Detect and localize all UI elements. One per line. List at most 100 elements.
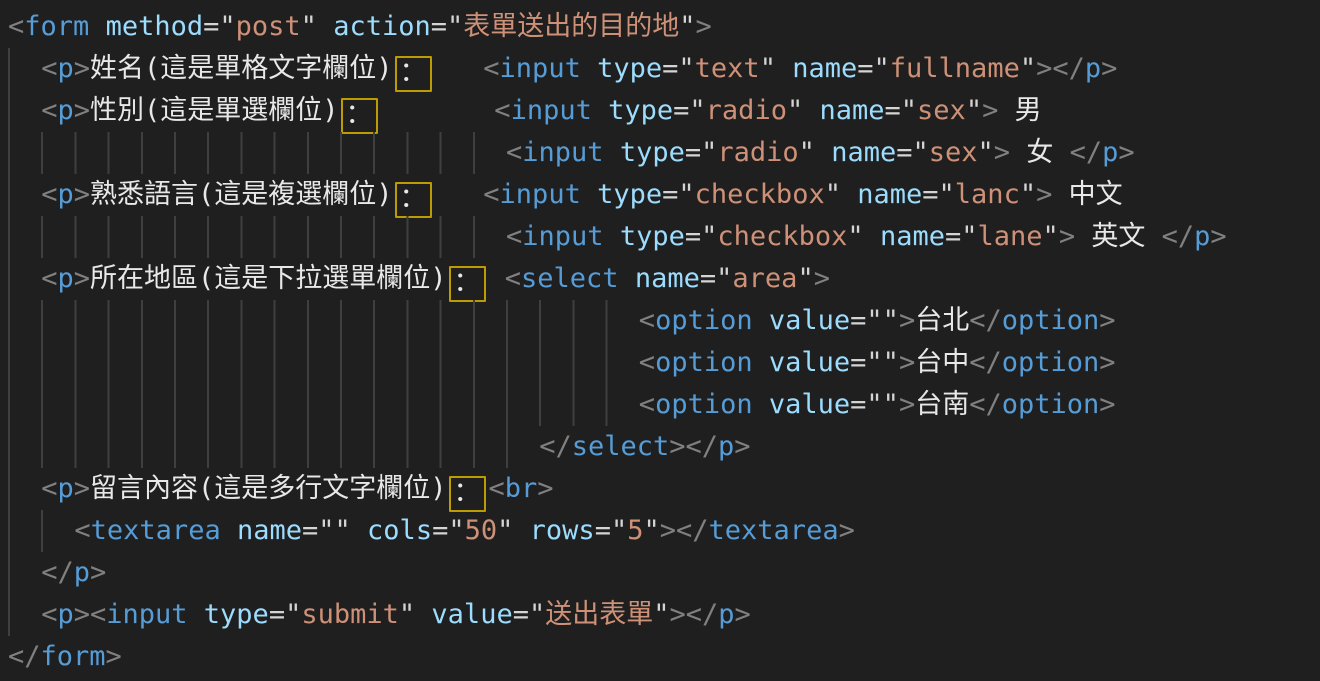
code-token: "" xyxy=(866,389,899,420)
code-token: name xyxy=(635,263,700,294)
code-token xyxy=(841,179,857,210)
code-editor[interactable]: <form method="post" action="表單送出的目的地"><p… xyxy=(0,0,1320,681)
code-token: </ xyxy=(8,641,41,672)
indent-guides xyxy=(8,426,539,468)
indent-guides xyxy=(8,90,41,132)
unicode-highlight-colon: ： xyxy=(395,56,432,92)
code-token: p xyxy=(1085,53,1101,84)
code-token: " xyxy=(653,599,669,630)
code-token: lane xyxy=(978,221,1043,252)
code-token: sex xyxy=(929,137,978,168)
code-token xyxy=(753,347,769,378)
code-token xyxy=(864,221,880,252)
code-token: option xyxy=(1002,347,1100,378)
code-token: < xyxy=(506,221,522,252)
code-token: " xyxy=(611,515,627,546)
code-token: " xyxy=(787,95,803,126)
code-token xyxy=(619,263,635,294)
code-token: type xyxy=(608,95,673,126)
code-token: > xyxy=(1099,389,1115,420)
code-token: input xyxy=(106,599,187,630)
code-token: textarea xyxy=(709,515,839,546)
code-token: " xyxy=(679,11,695,42)
code-token: = xyxy=(673,95,689,126)
code-token xyxy=(513,515,529,546)
indent-guides xyxy=(8,174,41,216)
code-token: </ xyxy=(969,305,1002,336)
code-token: input xyxy=(500,179,581,210)
code-token: < xyxy=(483,179,499,210)
code-token: = xyxy=(945,221,961,252)
code-token: name xyxy=(237,515,302,546)
code-token: 性別(這是單選欄位) xyxy=(90,95,339,126)
code-token: " xyxy=(529,599,545,630)
code-token: " xyxy=(678,179,694,210)
indent-guides xyxy=(8,594,41,636)
code-token: name xyxy=(831,137,896,168)
code-line: </form> xyxy=(0,636,1320,678)
code-token: ></ xyxy=(1036,53,1085,84)
code-token: name xyxy=(792,53,857,84)
code-token: value xyxy=(431,599,512,630)
code-token: type xyxy=(620,137,685,168)
code-token: p xyxy=(74,557,90,588)
code-token: > xyxy=(839,515,855,546)
code-token: method xyxy=(106,11,204,42)
code-token: value xyxy=(769,305,850,336)
code-token: > xyxy=(537,473,553,504)
code-token: ></ xyxy=(670,599,719,630)
code-line: <p>姓名(這是單格文字欄位)： <input type="text" name… xyxy=(0,48,1320,90)
code-token: radio xyxy=(717,137,798,168)
code-token: </ xyxy=(969,389,1002,420)
code-token: area xyxy=(732,263,797,294)
code-token: 英文 xyxy=(1075,221,1162,252)
code-token: " xyxy=(447,11,463,42)
code-token: > xyxy=(899,305,915,336)
code-token: submit xyxy=(301,599,399,630)
code-token: p xyxy=(57,95,73,126)
code-line: </select></p> xyxy=(0,426,1320,468)
code-token: 中文 xyxy=(1052,179,1122,210)
code-token xyxy=(221,515,237,546)
code-token xyxy=(351,515,367,546)
code-token: = xyxy=(685,137,701,168)
code-token: > xyxy=(696,11,712,42)
code-token: > xyxy=(735,599,751,630)
code-token: p xyxy=(57,599,73,630)
code-token: = xyxy=(896,137,912,168)
code-token: < xyxy=(41,599,57,630)
code-token: = xyxy=(850,389,866,420)
indent-guides xyxy=(8,384,639,426)
code-token xyxy=(592,95,608,126)
code-token: 女 xyxy=(1010,137,1070,168)
code-token: " xyxy=(643,515,659,546)
code-token: " xyxy=(219,11,235,42)
code-token: </ xyxy=(969,347,1002,378)
code-token: select xyxy=(521,263,619,294)
code-token: " xyxy=(799,137,815,168)
code-token: option xyxy=(1002,389,1100,420)
unicode-highlight-colon: ： xyxy=(449,266,486,302)
code-token: > xyxy=(1210,221,1226,252)
code-token: = xyxy=(922,179,938,210)
code-token: < xyxy=(494,95,510,126)
code-token: checkbox xyxy=(717,221,847,252)
code-token: select xyxy=(572,431,670,462)
code-token: " xyxy=(678,53,694,84)
code-token: > xyxy=(1101,53,1117,84)
code-token: radio xyxy=(706,95,787,126)
indent-guides xyxy=(8,258,41,300)
code-token: " xyxy=(1043,221,1059,252)
code-token: > xyxy=(74,53,90,84)
code-token: > xyxy=(1059,221,1075,252)
code-token: " xyxy=(701,137,717,168)
code-token: type xyxy=(620,221,685,252)
code-token: " xyxy=(1020,53,1036,84)
code-token: type xyxy=(204,599,269,630)
code-token xyxy=(604,137,620,168)
code-token: 5 xyxy=(627,515,643,546)
code-token: = xyxy=(662,53,678,84)
code-token: p xyxy=(1194,221,1210,252)
code-token: p xyxy=(57,473,73,504)
code-token: > xyxy=(74,95,90,126)
